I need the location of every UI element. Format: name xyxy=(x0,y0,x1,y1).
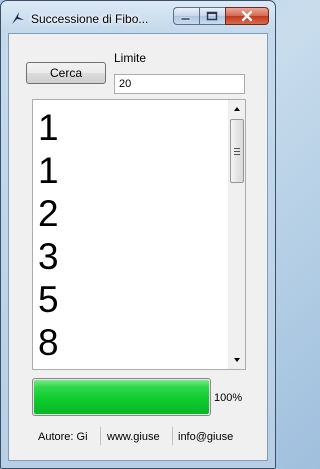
list-item[interactable]: 1 xyxy=(38,149,59,192)
list-item[interactable]: 5 xyxy=(38,278,59,321)
close-icon xyxy=(241,10,253,22)
vertical-scrollbar[interactable] xyxy=(228,100,245,369)
progress-fill xyxy=(34,380,209,414)
window-title: Successione di Fibo... xyxy=(31,12,149,26)
minimize-button[interactable] xyxy=(173,7,199,25)
maximize-icon xyxy=(206,11,218,21)
status-bar: Autore: Gi www.giuse info@giuse xyxy=(32,425,238,447)
limit-label: Limite xyxy=(114,51,147,65)
scroll-down-arrow-icon[interactable] xyxy=(229,352,245,369)
results-list: 1 1 2 3 5 8 xyxy=(38,106,59,364)
minimize-icon xyxy=(180,17,191,21)
list-item[interactable]: 1 xyxy=(38,106,59,149)
status-separator xyxy=(100,427,101,445)
app-window: Successione di Fibo... Cerca Limite 20 1… xyxy=(0,0,276,469)
limit-input[interactable] xyxy=(114,74,245,94)
list-item[interactable]: 3 xyxy=(38,235,59,278)
list-item[interactable]: 2 xyxy=(38,192,59,235)
status-website: www.giuse xyxy=(107,431,160,443)
search-button[interactable]: Cerca xyxy=(26,62,106,84)
title-bar[interactable]: Successione di Fibo... xyxy=(1,1,275,33)
status-separator xyxy=(172,427,173,445)
close-button[interactable] xyxy=(225,7,269,25)
scroll-thumb[interactable] xyxy=(230,119,244,183)
maximize-button[interactable] xyxy=(199,7,225,25)
status-email: info@giuse xyxy=(178,431,234,443)
caption-buttons xyxy=(173,7,269,26)
progress-percent: 100% xyxy=(214,392,243,404)
scroll-up-arrow-icon[interactable] xyxy=(229,100,245,117)
status-author: Autore: Gi xyxy=(38,431,88,443)
results-listbox[interactable]: 1 1 2 3 5 8 xyxy=(32,99,246,370)
grip-icon xyxy=(234,148,240,157)
app-icon xyxy=(12,12,24,24)
list-item[interactable]: 8 xyxy=(38,321,59,364)
progress-bar xyxy=(32,378,211,416)
